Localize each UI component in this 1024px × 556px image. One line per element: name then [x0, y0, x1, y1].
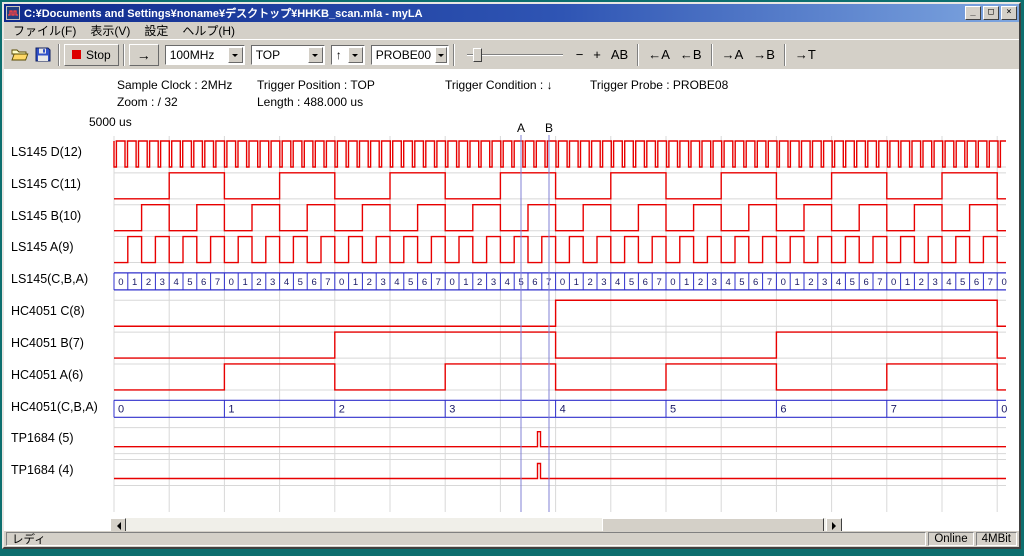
save-button[interactable]: [32, 45, 54, 64]
channel-label-ls145-b[interactable]: LS145 B(10): [11, 209, 81, 223]
stop-icon: [72, 50, 81, 59]
trigger-condition-info: Trigger Condition : ↓: [445, 78, 553, 92]
channel-label-ls145-d[interactable]: LS145 D(12): [11, 145, 82, 159]
window-title: C:¥Documents and Settings¥noname¥デスクトップ¥…: [24, 5, 963, 21]
sample-clock-info: Sample Clock : 2MHz: [117, 78, 232, 92]
toolbar-separator: [58, 44, 60, 66]
zoom-out-button[interactable]: −: [571, 46, 589, 63]
toolbar-separator: [637, 44, 639, 66]
menu-file[interactable]: ファイル(F): [6, 21, 83, 40]
length-info: Length : 488.000 us: [257, 95, 363, 109]
trigger-position-select[interactable]: TOP: [251, 45, 325, 65]
triangle-left-icon: [113, 522, 121, 530]
channel-label-hc4051-c[interactable]: HC4051 C(8): [11, 304, 85, 318]
sample-clock-select[interactable]: 100MHz: [165, 45, 245, 65]
open-button[interactable]: [8, 45, 32, 64]
channel-label-hc4051-b[interactable]: HC4051 B(7): [11, 336, 84, 350]
time-scale-label: 5000 us: [89, 115, 132, 129]
trigger-probe-select[interactable]: PROBE00: [371, 45, 449, 65]
toolbar-separator: [123, 44, 125, 66]
channel-label-ls145-a[interactable]: LS145 A(9): [11, 240, 74, 254]
statusbar: レディ Online 4MBit: [4, 531, 1019, 547]
channel-label-tp1684-4[interactable]: TP1684 (4): [11, 463, 74, 477]
goto-a-back-button[interactable]: ←A: [643, 46, 675, 63]
stop-button[interactable]: Stop: [64, 44, 119, 66]
run-button[interactable]: →: [129, 44, 159, 66]
titlebar[interactable]: C:¥Documents and Settings¥noname¥デスクトップ¥…: [4, 4, 1019, 22]
minimize-button[interactable]: _: [965, 6, 981, 20]
goto-trigger-button[interactable]: →T: [790, 46, 821, 63]
status-memory: 4MBit: [976, 532, 1017, 546]
menubar: ファイル(F) 表示(V) 設定 ヘルプ(H): [4, 22, 1019, 39]
chevron-down-icon[interactable]: [308, 47, 323, 63]
channel-label-ls145-c[interactable]: LS145 C(11): [11, 177, 81, 191]
goto-b-back-button[interactable]: ←B: [675, 46, 707, 63]
status-ready: レディ: [6, 532, 926, 546]
close-button[interactable]: ×: [1001, 6, 1017, 20]
status-online: Online: [928, 532, 973, 546]
menu-help[interactable]: ヘルプ(H): [175, 21, 242, 40]
chevron-down-icon[interactable]: [348, 47, 363, 63]
zoom-info: Zoom : / 32: [117, 95, 178, 109]
toolbar-separator: [784, 44, 786, 66]
trigger-probe-info: Trigger Probe : PROBE08: [590, 78, 728, 92]
floppy-disk-icon: [35, 47, 51, 62]
channel-label-hc4051-a[interactable]: HC4051 A(6): [11, 368, 83, 382]
triangle-right-icon: [832, 522, 840, 530]
zoom-slider[interactable]: [467, 45, 563, 65]
ab-markers-button[interactable]: AB: [606, 46, 633, 63]
toolbar: Stop → 100MHz TOP ↑ PROBE00 − + AB ←A ←B: [4, 39, 1019, 69]
goto-a-fwd-button[interactable]: →A: [717, 46, 749, 63]
toolbar-separator: [711, 44, 713, 66]
chevron-down-icon[interactable]: [435, 47, 447, 63]
toolbar-separator: [453, 44, 455, 66]
channel-label-ls145-bus[interactable]: LS145(C,B,A): [11, 272, 88, 286]
trigger-edge-select[interactable]: ↑: [331, 45, 365, 65]
app-window: C:¥Documents and Settings¥noname¥デスクトップ¥…: [2, 2, 1021, 549]
zoom-slider-thumb[interactable]: [473, 48, 482, 62]
chevron-down-icon[interactable]: [228, 47, 243, 63]
maximize-button[interactable]: □: [983, 6, 999, 20]
menu-settings[interactable]: 設定: [137, 21, 175, 40]
goto-b-fwd-button[interactable]: →B: [748, 46, 780, 63]
menu-view[interactable]: 表示(V): [83, 21, 137, 40]
trigger-position-info: Trigger Position : TOP: [257, 78, 375, 92]
app-icon: [6, 6, 20, 20]
channel-label-tp1684-5[interactable]: TP1684 (5): [11, 431, 74, 445]
zoom-in-button[interactable]: +: [588, 46, 606, 63]
channel-label-hc4051-bus[interactable]: HC4051(C,B,A): [11, 400, 98, 414]
open-folder-icon: [11, 47, 29, 62]
waveform-panel: [4, 69, 1019, 531]
